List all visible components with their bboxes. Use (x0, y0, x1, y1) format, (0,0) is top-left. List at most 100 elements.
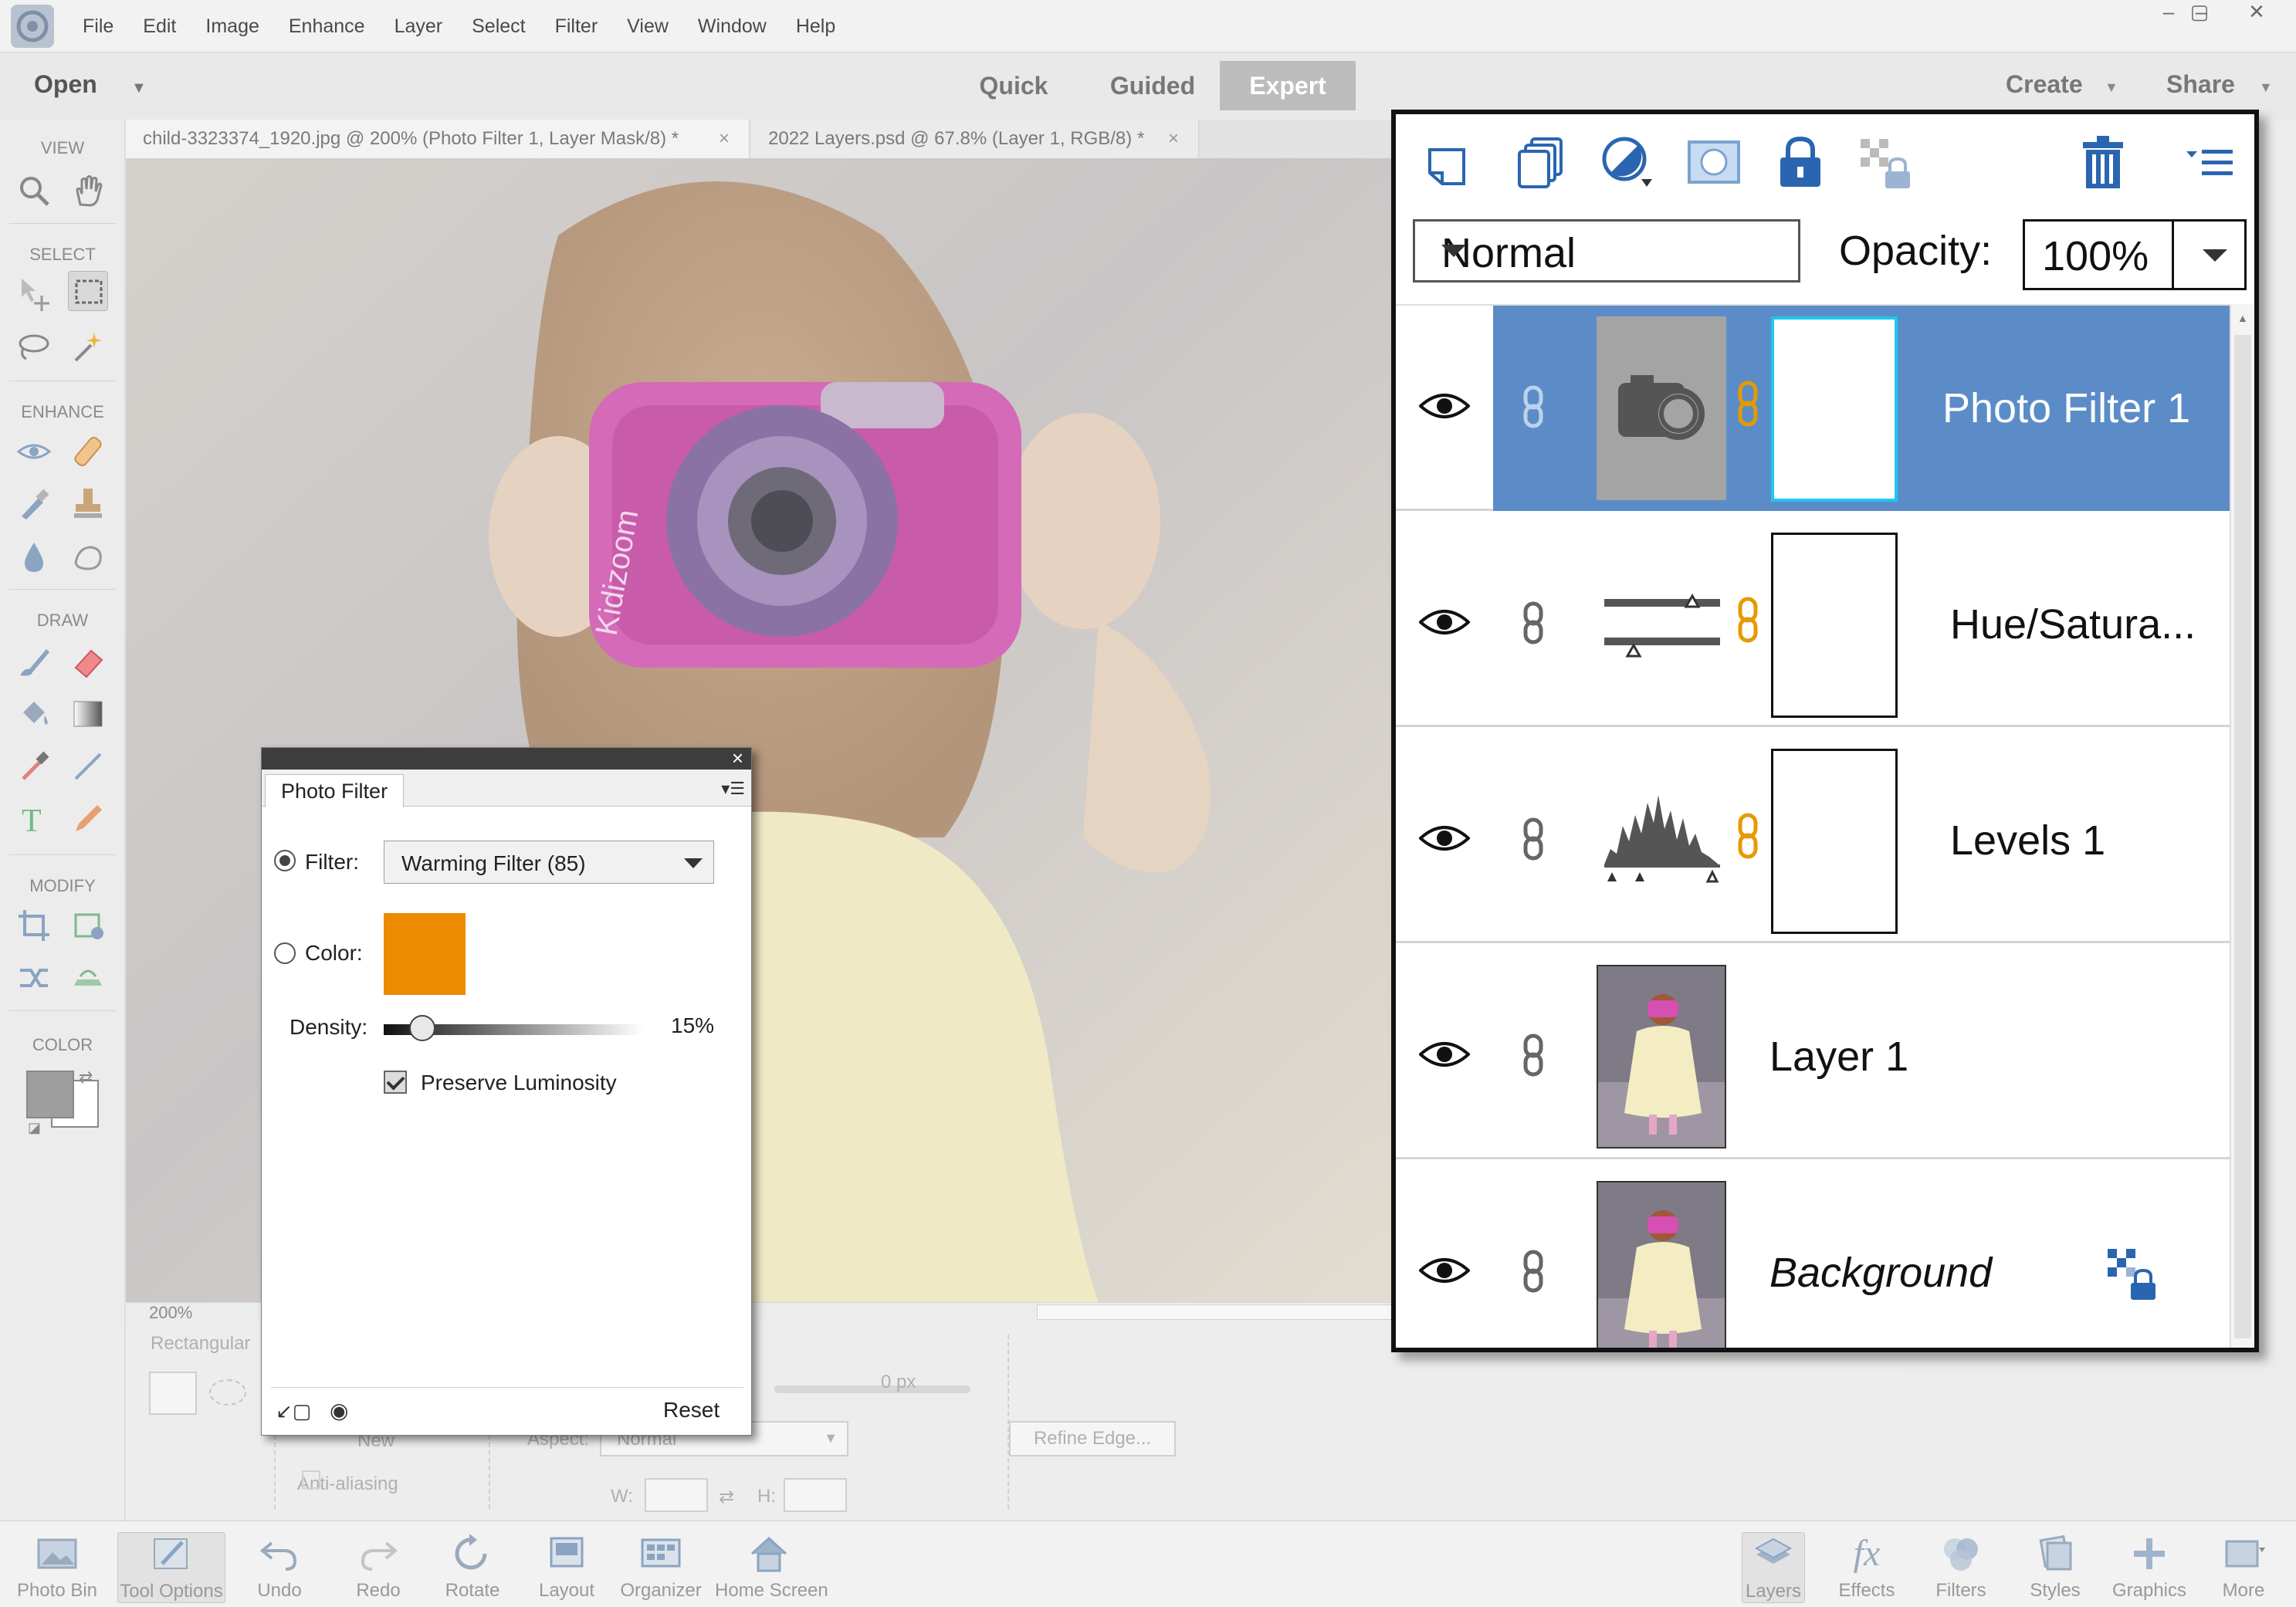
eyedropper-tool-icon[interactable] (14, 746, 54, 787)
menu-select[interactable]: Select (457, 0, 540, 52)
visibility-eye-icon[interactable] (1419, 604, 1470, 641)
preserve-luminosity-checkbox[interactable] (384, 1071, 407, 1094)
blur-tool-icon[interactable] (14, 536, 54, 577)
filters-button[interactable]: Filters (1907, 1532, 2015, 1602)
lasso-tool-icon[interactable] (14, 326, 54, 367)
mask-link-icon[interactable] (1734, 380, 1762, 428)
menu-layer[interactable]: Layer (380, 0, 458, 52)
tool-options-button[interactable]: Tool Options (117, 1532, 225, 1603)
layer-link-icon[interactable] (1519, 601, 1547, 645)
menu-view[interactable]: View (612, 0, 683, 52)
menu-window[interactable]: Window (683, 0, 781, 52)
organizer-button[interactable]: Organizer (607, 1532, 715, 1602)
filter-dropdown[interactable]: Warming Filter (85) (384, 841, 714, 884)
layer-row-layer-1[interactable]: Layer 1 (1396, 954, 2230, 1159)
zoom-tool-icon[interactable] (14, 171, 54, 211)
lock-transparent-icon[interactable] (1856, 131, 1918, 193)
menu-enhance[interactable]: Enhance (274, 0, 380, 52)
new-group-icon[interactable] (1509, 131, 1570, 193)
layer-row-photo-filter[interactable]: Photo Filter 1 (1396, 306, 2230, 511)
home-screen-button[interactable]: Home Screen (715, 1532, 828, 1602)
layer-mask-thumbnail[interactable] (1771, 749, 1898, 934)
scrollbar-thumb[interactable] (2234, 335, 2251, 1338)
visibility-eye-icon[interactable] (1419, 1036, 1470, 1073)
effects-button[interactable]: fx Effects (1813, 1532, 1921, 1602)
share-button[interactable]: Share (2166, 70, 2235, 99)
layer-link-icon[interactable] (1519, 1033, 1547, 1078)
hand-tool-icon[interactable] (68, 171, 108, 211)
eraser-tool-icon[interactable] (68, 641, 108, 682)
photo-bin-button[interactable]: Photo Bin (3, 1532, 111, 1602)
recompose-tool-icon[interactable] (68, 905, 108, 946)
share-dropdown-icon[interactable]: ▼ (2259, 80, 2273, 96)
layer-mask-icon[interactable] (1683, 131, 1745, 193)
redo-button[interactable]: Redo (324, 1532, 432, 1602)
menu-edit[interactable]: Edit (128, 0, 191, 52)
mask-link-icon[interactable] (1734, 596, 1762, 644)
refine-edge-button[interactable]: Refine Edge... (1009, 1421, 1176, 1456)
tab-close-icon[interactable]: × (1168, 120, 1179, 158)
gradient-tool-icon[interactable] (68, 694, 108, 734)
color-swatch[interactable] (384, 913, 466, 995)
opacity-field[interactable]: 100% (2023, 219, 2247, 290)
color-radio[interactable] (274, 942, 296, 964)
trash-icon[interactable] (2072, 131, 2134, 193)
menu-image[interactable]: Image (191, 0, 273, 52)
menu-file[interactable]: File (68, 0, 128, 52)
clip-to-layer-icon[interactable]: ↙▢ (276, 1399, 311, 1423)
density-slider-handle[interactable] (409, 1015, 436, 1041)
layer-link-icon[interactable] (1519, 817, 1547, 861)
eye-icon[interactable]: ◉ (330, 1398, 348, 1423)
horizontal-scrollbar[interactable] (1037, 1304, 1392, 1320)
mode-expert[interactable]: Expert (1220, 61, 1356, 110)
mode-guided[interactable]: Guided (1095, 61, 1211, 110)
mode-quick[interactable]: Quick (963, 61, 1064, 110)
panel-menu-icon[interactable] (2180, 131, 2242, 193)
swap-colors-icon[interactable]: ⇄ (79, 1067, 93, 1088)
create-dropdown-icon[interactable]: ▼ (2105, 80, 2118, 96)
feather-slider[interactable] (774, 1385, 970, 1393)
layer-mask-thumbnail[interactable] (1771, 533, 1898, 718)
undo-button[interactable]: Undo (225, 1532, 334, 1602)
layer-mask-thumbnail[interactable] (1771, 316, 1898, 502)
layers-button[interactable]: Layers (1742, 1532, 1805, 1603)
clone-stamp-tool-icon[interactable] (68, 484, 108, 524)
close-icon[interactable]: × (732, 746, 743, 770)
filter-radio[interactable] (274, 850, 296, 871)
sponge-tool-icon[interactable] (68, 536, 108, 577)
dialog-titlebar[interactable]: × (262, 746, 751, 770)
visibility-eye-icon[interactable] (1419, 1252, 1470, 1289)
brush-tool-icon[interactable] (14, 641, 54, 682)
tab-photo-filter[interactable]: Photo Filter (265, 774, 405, 807)
menu-help[interactable]: Help (781, 0, 850, 52)
scroll-up-icon[interactable]: ▲ (2237, 312, 2248, 324)
graphics-button[interactable]: Graphics (2095, 1532, 2203, 1602)
layer-row-hue-saturation[interactable]: Hue/Satura... (1396, 522, 2230, 727)
spot-healing-tool-icon[interactable] (68, 431, 108, 472)
visibility-eye-icon[interactable] (1419, 820, 1470, 857)
magic-wand-tool-icon[interactable] (68, 326, 108, 367)
default-colors-icon[interactable]: ◪ (28, 1120, 41, 1136)
adjustment-layer-icon[interactable] (1597, 131, 1658, 193)
rect-marquee-option[interactable] (149, 1372, 197, 1415)
layout-button[interactable]: Layout (513, 1532, 621, 1602)
tab-child-jpg[interactable]: child-3323374_1920.jpg @ 200% (Photo Fil… (126, 120, 750, 158)
more-button[interactable]: More (2189, 1532, 2296, 1602)
paint-bucket-tool-icon[interactable] (14, 694, 54, 734)
red-eye-tool-icon[interactable] (14, 431, 54, 472)
window-close-button[interactable]: ✕ (2228, 0, 2285, 28)
locked-layer-icon[interactable] (2106, 1247, 2162, 1303)
swap-wh-icon[interactable]: ⇄ (719, 1486, 734, 1508)
ellipse-marquee-option[interactable] (209, 1379, 246, 1406)
smart-brush-tool-icon[interactable] (14, 484, 54, 524)
rotate-button[interactable]: Rotate (418, 1532, 527, 1602)
type-tool-icon[interactable]: T (14, 799, 54, 839)
blend-mode-dropdown[interactable]: Normal (1413, 219, 1800, 282)
layer-row-levels[interactable]: Levels 1 (1396, 738, 2230, 943)
open-button[interactable]: Open (34, 70, 97, 99)
layer-link-icon[interactable] (1519, 384, 1547, 429)
width-field[interactable] (645, 1478, 708, 1512)
tab-close-icon[interactable]: × (719, 120, 730, 158)
rectangular-marquee-tool-icon[interactable] (68, 271, 108, 311)
layer-row-background[interactable]: Background (1396, 1170, 2230, 1348)
